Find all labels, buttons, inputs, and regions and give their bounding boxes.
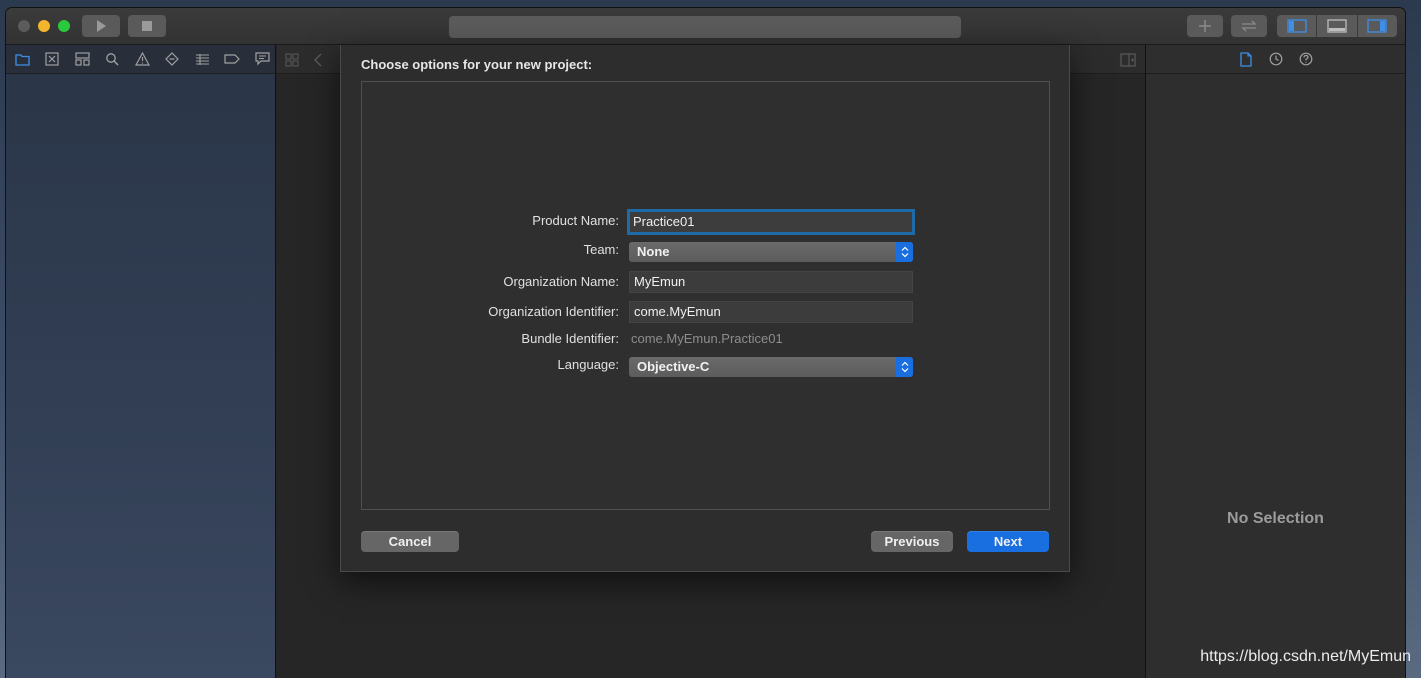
plus-icon [1199, 20, 1211, 32]
swap-arrows-icon [1241, 20, 1257, 32]
bundle-identifier-value: come.MyEmun.Practice01 [631, 331, 783, 346]
code-review-button[interactable] [1231, 15, 1267, 37]
find-navigator-search-icon[interactable] [103, 50, 121, 68]
source-control-navigator-icon[interactable] [43, 50, 61, 68]
project-navigator-folder-icon[interactable] [13, 50, 31, 68]
organization-identifier-input[interactable]: come.MyEmun [629, 301, 913, 323]
organization-name-input[interactable]: MyEmun [629, 271, 913, 293]
bottom-panel-icon [1327, 19, 1347, 33]
debug-navigator-icon[interactable] [193, 50, 211, 68]
toggle-inspector-button[interactable] [1357, 15, 1397, 37]
library-button[interactable] [1187, 15, 1223, 37]
file-inspector-document-icon[interactable] [1237, 50, 1255, 68]
language-popup-value: Objective-C [637, 359, 710, 374]
team-popup-value: None [637, 244, 670, 259]
stop-button[interactable] [128, 15, 166, 37]
language-label: Language: [557, 357, 619, 372]
toolbar [6, 8, 1405, 45]
project-options-form: Product Name: Practice01 Team: None Orga… [361, 81, 1050, 510]
bundle-identifier-row: Bundle Identifier: come.MyEmun.Practice0… [362, 327, 1049, 351]
language-popup[interactable]: Objective-C [629, 357, 913, 377]
zoom-window-button[interactable] [58, 20, 70, 32]
next-button[interactable]: Next [967, 531, 1049, 552]
cancel-button[interactable]: Cancel [361, 531, 459, 552]
add-editor-split-icon[interactable] [1119, 51, 1137, 69]
toggle-debug-area-button[interactable] [1317, 15, 1358, 37]
product-name-input[interactable]: Practice01 [627, 209, 915, 235]
organization-identifier-row: Organization Identifier: come.MyEmun [362, 300, 1049, 324]
symbol-navigator-icon[interactable] [73, 50, 91, 68]
sheet-title: Choose options for your new project: [361, 57, 593, 72]
quick-help-question-icon[interactable] [1297, 50, 1315, 68]
left-panel-icon [1287, 19, 1307, 33]
test-navigator-diamond-icon[interactable] [163, 50, 181, 68]
team-row: Team: None [362, 241, 1049, 265]
back-chevron-icon[interactable] [309, 51, 327, 69]
close-window-button[interactable] [18, 20, 30, 32]
organization-name-row: Organization Name: MyEmun [362, 270, 1049, 294]
related-items-grid-icon[interactable] [283, 51, 301, 69]
report-navigator-speech-bubble-icon[interactable] [253, 50, 271, 68]
stop-icon [142, 21, 152, 31]
bundle-identifier-label: Bundle Identifier: [521, 331, 619, 346]
activity-viewer [449, 16, 961, 38]
history-inspector-clock-icon[interactable] [1267, 50, 1285, 68]
updown-chevron-icon [896, 357, 913, 377]
product-name-row: Product Name: Practice01 [362, 209, 1049, 235]
breakpoint-navigator-tag-icon[interactable] [223, 50, 241, 68]
organization-name-label: Organization Name: [503, 274, 619, 289]
team-label: Team: [583, 242, 619, 257]
product-name-label: Product Name: [532, 213, 619, 228]
run-button[interactable] [82, 15, 120, 37]
team-popup[interactable]: None [629, 242, 913, 262]
toggle-navigator-button[interactable] [1277, 15, 1318, 37]
inspector-pane: No Selection [1145, 45, 1405, 678]
panel-toggle-group [1277, 15, 1397, 37]
issue-navigator-warning-icon[interactable] [133, 50, 151, 68]
new-project-options-sheet: Choose options for your new project: Pro… [340, 45, 1070, 572]
organization-identifier-label: Organization Identifier: [488, 304, 619, 319]
watermark-url: https://blog.csdn.net/MyEmun [1200, 648, 1411, 665]
navigator-selector-bar [6, 45, 275, 74]
navigator-pane [6, 45, 276, 678]
right-panel-icon [1367, 19, 1387, 33]
updown-chevron-icon [896, 242, 913, 262]
play-icon [97, 20, 106, 32]
language-row: Language: Objective-C [362, 356, 1049, 380]
no-selection-label: No Selection [1227, 510, 1324, 527]
inspector-selector-bar [1146, 45, 1405, 74]
previous-button[interactable]: Previous [871, 531, 953, 552]
minimize-window-button[interactable] [38, 20, 50, 32]
